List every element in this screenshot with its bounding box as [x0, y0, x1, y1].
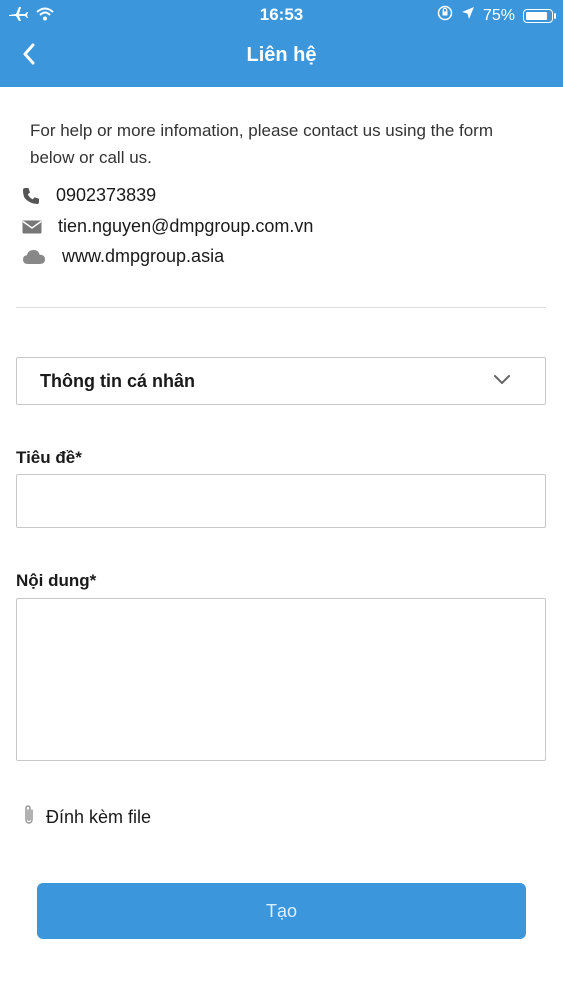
- paperclip-icon: [22, 804, 36, 831]
- contact-email-row[interactable]: tien.nguyen@dmpgroup.com.vn: [22, 216, 313, 237]
- category-select[interactable]: Thông tin cá nhân: [16, 357, 546, 405]
- cloud-icon: [22, 249, 48, 265]
- contact-phone: 0902373839: [56, 185, 157, 205]
- submit-button[interactable]: Tạo: [37, 883, 526, 939]
- attach-file-label: Đính kèm file: [46, 807, 152, 827]
- status-bar: 16:53 75%: [0, 0, 563, 30]
- title-input[interactable]: [16, 474, 546, 528]
- contact-website: www.dmpgroup.asia: [62, 246, 225, 266]
- title-label: Tiêu đề*: [16, 448, 82, 467]
- chevron-down-icon: [493, 373, 511, 391]
- envelope-icon: [22, 220, 48, 234]
- battery-icon: [523, 8, 556, 23]
- category-select-value: Thông tin cá nhân: [40, 371, 195, 391]
- content-textarea[interactable]: [16, 598, 546, 761]
- attach-file-button[interactable]: Đính kèm file: [22, 804, 151, 831]
- battery-percent: 75%: [482, 6, 515, 24]
- contact-website-row[interactable]: www.dmpgroup.asia: [22, 246, 224, 267]
- section-divider: [16, 307, 546, 308]
- phone-icon: [22, 187, 48, 205]
- location-arrow-icon: [461, 6, 475, 25]
- contact-phone-row[interactable]: 0902373839: [22, 185, 156, 206]
- page-title: Liên hệ: [246, 44, 317, 66]
- content-label: Nội dung*: [16, 571, 97, 590]
- status-right: 75%: [437, 5, 556, 26]
- contact-email: tien.nguyen@dmpgroup.com.vn: [58, 216, 314, 236]
- orientation-lock-icon: [437, 5, 453, 26]
- intro-text: For help or more infomation, please cont…: [30, 121, 494, 167]
- nav-bar: 16:53 75% Liên hệ: [0, 0, 563, 87]
